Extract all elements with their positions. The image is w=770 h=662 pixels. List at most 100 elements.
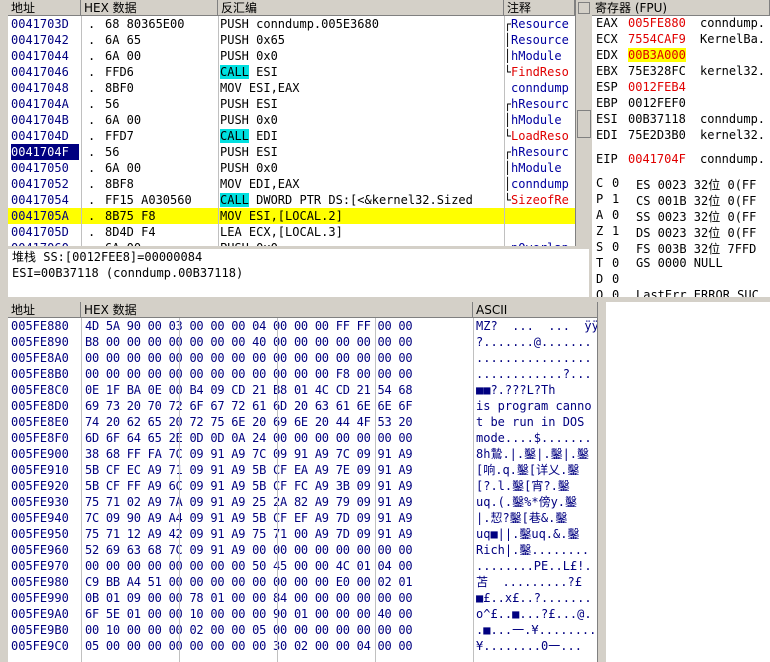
disasm-instruction[interactable]: LEA ECX,[LOCAL.3] xyxy=(220,224,504,240)
dump-address[interactable]: 005FE910 xyxy=(11,462,69,478)
disasm-address[interactable]: 00417042 xyxy=(11,32,79,48)
dump-col-header-address[interactable]: 地址 xyxy=(8,302,81,318)
dump-row[interactable]: 005FE880 4D 5A 90 00 03 00 00 00 04 00 00… xyxy=(8,318,603,334)
disassembly-pane[interactable]: 地址 HEX 数据 反汇编 注释 0041703D. 68 80365E00 PUS… xyxy=(8,0,575,246)
register-value[interactable]: 00B3A000 xyxy=(628,48,686,62)
scroll-thumb[interactable] xyxy=(577,110,591,138)
dump-row[interactable]: 005FE920 5B CF FF A9 6C 09 91 A9 5B CF FC… xyxy=(8,478,603,494)
disasm-address[interactable]: 00417046 xyxy=(11,64,79,80)
dump-address[interactable]: 005FE9A0 xyxy=(11,606,69,622)
disasm-scrollbar[interactable] xyxy=(575,0,591,246)
dump-row[interactable]: 005FE910 5B CF EC A9 71 09 91 A9 5B CF EA… xyxy=(8,462,603,478)
register-value[interactable]: 00B37118 xyxy=(628,112,686,126)
flag-bit[interactable]: 1 xyxy=(612,224,619,238)
dump-row[interactable]: 005FE890 B8 00 00 00 00 00 00 00 40 00 00… xyxy=(8,334,603,350)
dump-row[interactable]: 005FE980 C9 BB A4 51 00 00 00 00 00 00 00… xyxy=(8,574,603,590)
dump-row[interactable]: 005FE960 52 69 63 68 7C 09 91 A9 00 00 00… xyxy=(8,542,603,558)
registers-pane[interactable]: 寄存器 (FPU) EAX 005FE880 conndump. ECX 7554CAF… xyxy=(592,0,770,297)
disasm-address[interactable]: 0041704A xyxy=(11,96,79,112)
dump-address[interactable]: 005FE970 xyxy=(11,558,69,574)
dump-address[interactable]: 005FE920 xyxy=(11,478,69,494)
disasm-row[interactable]: 0041703D. 68 80365E00 PUSH conndump.005E36… xyxy=(8,16,575,32)
dump-address[interactable]: 005FE990 xyxy=(11,590,69,606)
dump-row[interactable]: 005FE8F0 6D 6F 64 65 2E 0D 0D 0A 24 00 00… xyxy=(8,430,603,446)
dump-row[interactable]: 005FE9A0 6F 5E 01 00 00 10 00 00 00 90 01… xyxy=(8,606,603,622)
disasm-instruction[interactable]: PUSH 0x0 xyxy=(220,240,504,246)
disasm-instruction[interactable]: MOV ESI,EAX xyxy=(220,80,504,96)
flag-bit[interactable]: 1 xyxy=(612,192,619,206)
disasm-row[interactable]: 00417044. 6A 00 PUSH 0x0 │ hModule xyxy=(8,48,575,64)
disasm-row[interactable]: 00417054. FF15 A030560 CALL DWORD PTR DS:[… xyxy=(8,192,575,208)
flag-bit[interactable]: 0 xyxy=(612,176,619,190)
dump-row[interactable]: 005FE940 7C 09 90 A9 A4 09 91 A9 5B CF EF… xyxy=(8,510,603,526)
flag-bit[interactable]: 0 xyxy=(612,208,619,222)
disasm-instruction[interactable]: MOV EDI,EAX xyxy=(220,176,504,192)
register-value[interactable]: 75E2D3B0 xyxy=(628,128,686,142)
disasm-row[interactable]: 00417052. 8BF8 MOV EDI,EAX │ conndump xyxy=(8,176,575,192)
dump-address[interactable]: 005FE8A0 xyxy=(11,350,69,366)
disasm-instruction[interactable]: CALL EDI xyxy=(220,128,504,144)
col-header-hex[interactable]: HEX 数据 xyxy=(81,0,218,16)
register-value[interactable]: 7554CAF9 xyxy=(628,32,686,46)
dump-address[interactable]: 005FE980 xyxy=(11,574,69,590)
flag-bit[interactable]: 0 xyxy=(612,256,619,270)
dump-row[interactable]: 005FE930 75 71 02 A9 7A 09 91 A9 25 2A 82… xyxy=(8,494,603,510)
register-value[interactable]: 005FE880 xyxy=(628,16,686,30)
col-header-address[interactable]: 地址 xyxy=(8,0,81,16)
dump-address[interactable]: 005FE890 xyxy=(11,334,69,350)
dump-scrollbar[interactable] xyxy=(597,302,606,662)
dump-row[interactable]: 005FE990 0B 01 09 00 00 78 01 00 00 84 00… xyxy=(8,590,603,606)
register-value[interactable]: 0012FEB4 xyxy=(628,80,686,94)
disasm-address[interactable]: 00417050 xyxy=(11,160,79,176)
disasm-instruction[interactable]: PUSH 0x0 xyxy=(220,112,504,128)
dump-address[interactable]: 005FE9C0 xyxy=(11,638,69,654)
disasm-address[interactable]: 00417060 xyxy=(11,240,79,246)
disasm-row[interactable]: 0041704B. 6A 00 PUSH 0x0 │ hModule xyxy=(8,112,575,128)
disasm-address[interactable]: 00417052 xyxy=(11,176,79,192)
disasm-address[interactable]: 0041704D xyxy=(11,128,79,144)
dump-address[interactable]: 005FE900 xyxy=(11,446,69,462)
dump-pane[interactable]: 地址 HEX 数据 ASCII 005FE880 4D 5A 90 00 03 0… xyxy=(8,302,603,662)
disasm-address[interactable]: 0041705A xyxy=(11,208,79,224)
disasm-instruction[interactable]: PUSH ESI xyxy=(220,96,504,112)
disasm-instruction[interactable]: PUSH conndump.005E3680 xyxy=(220,16,504,32)
dump-address[interactable]: 005FE9B0 xyxy=(11,622,69,638)
flag-bit[interactable]: 0 xyxy=(612,288,619,297)
col-header-disasm[interactable]: 反汇编 xyxy=(218,0,504,16)
disasm-row[interactable]: 0041704D. FFD7 CALL EDI └ LoadReso xyxy=(8,128,575,144)
dump-address[interactable]: 005FE960 xyxy=(11,542,69,558)
disasm-row[interactable]: 0041704F. 56 PUSH ESI ┌ hResourc xyxy=(8,144,575,160)
dump-row[interactable]: 005FE8D0 69 73 20 70 72 6F 67 72 61 6D 20… xyxy=(8,398,603,414)
dump-col-header-ascii[interactable]: ASCII xyxy=(473,302,603,318)
dump-address[interactable]: 005FE8B0 xyxy=(11,366,69,382)
dump-address[interactable]: 005FE930 xyxy=(11,494,69,510)
flag-bit[interactable]: 0 xyxy=(612,240,619,254)
dump-row[interactable]: 005FE8C0 0E 1F BA 0E 00 B4 09 CD 21 B8 01… xyxy=(8,382,603,398)
register-value[interactable]: 75E328FC xyxy=(628,64,686,78)
register-value[interactable]: 0041704F xyxy=(628,152,686,166)
dump-address[interactable]: 005FE8C0 xyxy=(11,382,69,398)
disasm-instruction[interactable]: PUSH 0x65 xyxy=(220,32,504,48)
dump-row[interactable]: 005FE970 00 00 00 00 00 00 00 00 50 45 00… xyxy=(8,558,603,574)
dump-address[interactable]: 005FE8E0 xyxy=(11,414,69,430)
disasm-instruction[interactable]: PUSH 0x0 xyxy=(220,160,504,176)
dump-row[interactable]: 005FE8A0 00 00 00 00 00 00 00 00 00 00 00… xyxy=(8,350,603,366)
dump-row[interactable]: 005FE8E0 74 20 62 65 20 72 75 6E 20 69 6E… xyxy=(8,414,603,430)
disasm-instruction[interactable]: PUSH ESI xyxy=(220,144,504,160)
scroll-up-arrow-icon[interactable] xyxy=(578,2,590,14)
disasm-row[interactable]: 00417048. 8BF0 MOV ESI,EAX conndump xyxy=(8,80,575,96)
dump-address[interactable]: 005FE8F0 xyxy=(11,430,69,446)
dump-row[interactable]: 005FE900 38 68 FF FA 7C 09 91 A9 7C 09 91… xyxy=(8,446,603,462)
dump-address[interactable]: 005FE940 xyxy=(11,510,69,526)
dump-col-header-hex[interactable]: HEX 数据 xyxy=(81,302,473,318)
dump-row[interactable]: 005FE9B0 00 10 00 00 00 02 00 00 05 00 00… xyxy=(8,622,603,638)
register-value[interactable]: 0012FEF0 xyxy=(628,96,686,110)
disasm-instruction[interactable]: PUSH 0x0 xyxy=(220,48,504,64)
disasm-row[interactable]: 0041705A. 8B75 F8 MOV ESI,[LOCAL.2] xyxy=(8,208,575,224)
disasm-address[interactable]: 00417054 xyxy=(11,192,79,208)
dump-row[interactable]: 005FE8B0 00 00 00 00 00 00 00 00 00 00 00… xyxy=(8,366,603,382)
dump-row[interactable]: 005FE950 75 71 12 A9 42 09 91 A9 75 71 00… xyxy=(8,526,603,542)
disasm-instruction[interactable]: MOV ESI,[LOCAL.2] xyxy=(220,208,504,224)
disasm-instruction[interactable]: CALL DWORD PTR DS:[<&kernel32.Sized xyxy=(220,192,504,208)
disasm-row[interactable]: 00417050. 6A 00 PUSH 0x0 │ hModule xyxy=(8,160,575,176)
